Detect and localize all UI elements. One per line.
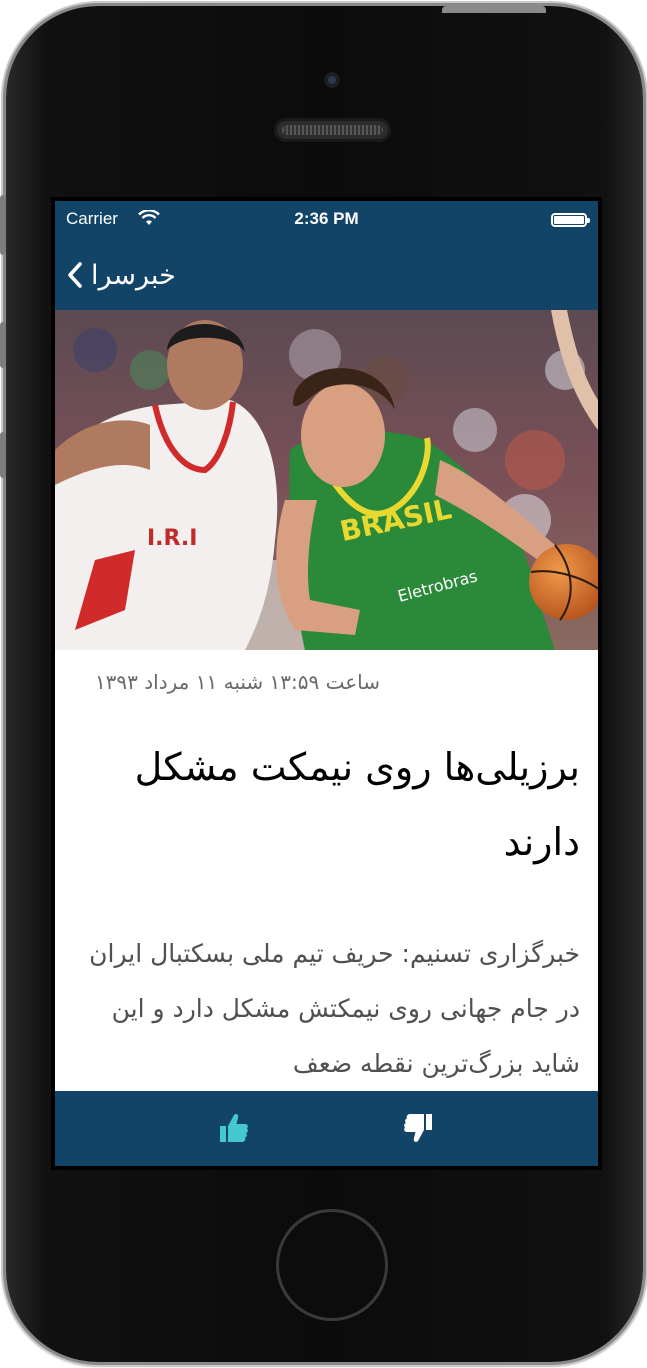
left-jersey-text: I.R.I	[147, 526, 197, 551]
thumbs-down-icon[interactable]	[403, 1111, 435, 1145]
volume-down-button	[0, 432, 6, 478]
article-date: ساعت ۱۳:۵۹ شنبه ۱۱ مرداد ۱۳۹۳	[94, 670, 380, 694]
article-body: خبرگزاری تسنیم: حریف تیم ملی بسکتبال ایر…	[89, 939, 580, 1078]
power-button	[442, 6, 546, 13]
article-content: ساعت ۱۳:۵۹ شنبه ۱۱ مرداد ۱۳۹۳ برزیلی‌ها …	[55, 650, 598, 1091]
back-button[interactable]: خبرسرا	[67, 255, 176, 295]
mute-switch	[0, 195, 6, 255]
volume-up-button	[0, 322, 6, 368]
app-screen: Carrier 2:36 PM خبرسرا I.R.I BRASIL Elet…	[55, 201, 598, 1166]
battery-icon	[551, 213, 590, 227]
navigation-bar: خبرسرا	[55, 237, 598, 310]
home-button[interactable]	[276, 1209, 388, 1321]
article-headline: برزیلی‌ها روی نیمکت مشکل دارند	[134, 745, 580, 864]
article-photo: I.R.I BRASIL Eletrobras	[55, 310, 598, 650]
front-camera	[320, 68, 344, 92]
thumbs-up-icon[interactable]	[217, 1111, 249, 1145]
earpiece-speaker	[274, 118, 391, 142]
status-bar: Carrier 2:36 PM	[55, 201, 598, 237]
chevron-left-icon	[68, 262, 82, 288]
back-label: خبرسرا	[91, 259, 176, 291]
basketball-photo-illustration: I.R.I BRASIL Eletrobras	[55, 310, 598, 650]
bottom-toolbar	[55, 1091, 598, 1166]
status-time: 2:36 PM	[294, 209, 359, 228]
